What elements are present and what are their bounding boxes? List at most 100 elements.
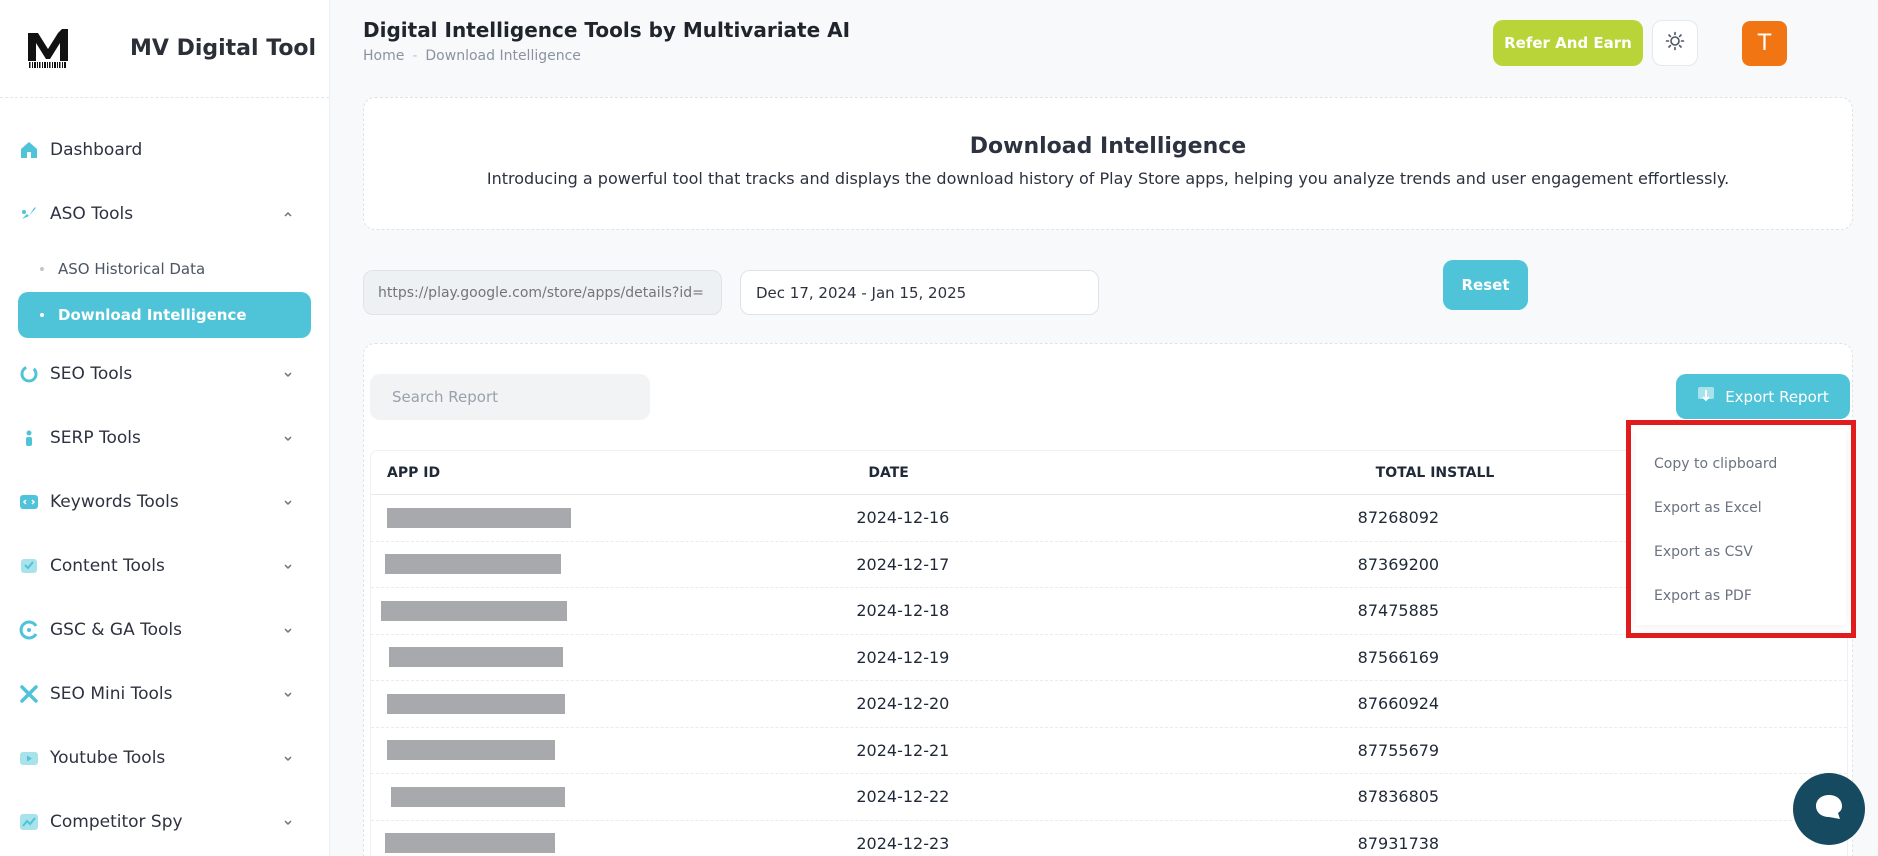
- intro-card: Download Intelligence Introducing a powe…: [363, 97, 1853, 230]
- export-dropdown-panel: Copy to clipboard Export as Excel Export…: [1636, 430, 1846, 625]
- rocket-icon: [18, 203, 40, 225]
- app-id-cell: [371, 647, 856, 668]
- sun-icon: [1665, 31, 1685, 55]
- date-cell: 2024-12-23: [856, 833, 950, 853]
- app-id-cell: [371, 693, 856, 714]
- redacted-app-id: [387, 740, 555, 761]
- chat-icon: [1814, 793, 1844, 825]
- sidebar-item-seo-tools[interactable]: SEO Tools: [0, 342, 329, 406]
- total-install-cell: 87755679: [1357, 740, 1440, 760]
- gsc-icon: [18, 619, 40, 641]
- sidebar-item-keywords-tools[interactable]: Keywords Tools: [0, 470, 329, 534]
- table-row: 2024-12-19 87566169: [371, 635, 1847, 681]
- table-row: 2024-12-22 87836805: [371, 774, 1847, 821]
- date-range-input[interactable]: [740, 270, 1099, 315]
- app-url-input[interactable]: [363, 270, 722, 315]
- chevron-down-icon: [281, 815, 295, 829]
- sidebar-item-gsc-ga-tools[interactable]: GSC & GA Tools: [0, 598, 329, 662]
- redacted-app-id: [387, 693, 565, 714]
- chevron-down-icon: [281, 623, 295, 637]
- export-report-button[interactable]: Export Report: [1676, 374, 1850, 419]
- export-dropdown-menu: Copy to clipboard Export as Excel Export…: [1626, 420, 1856, 638]
- date-cell: 2024-12-22: [856, 787, 950, 807]
- chevron-up-icon: [281, 207, 295, 221]
- home-icon: [18, 139, 40, 161]
- app-id-cell: [371, 786, 856, 807]
- avatar[interactable]: T: [1742, 21, 1787, 66]
- breadcrumb-separator: -: [412, 48, 418, 64]
- sidebar-item-dashboard[interactable]: Dashboard: [0, 118, 329, 182]
- sidebar-item-youtube-tools[interactable]: Youtube Tools: [0, 726, 329, 790]
- sidebar-item-competitor-spy[interactable]: Competitor Spy: [0, 790, 329, 854]
- app-id-cell: [371, 507, 856, 528]
- table-row: 2024-12-20 87660924: [371, 681, 1847, 728]
- app-id-cell: [371, 600, 856, 621]
- redacted-app-id: [385, 554, 561, 575]
- chevron-down-icon: [281, 367, 295, 381]
- date-cell: 2024-12-16: [856, 508, 950, 528]
- total-install-cell: 87836805: [1357, 787, 1440, 807]
- serp-icon: [18, 427, 40, 449]
- chevron-down-icon: [281, 559, 295, 573]
- export-excel-option[interactable]: Export as Excel: [1654, 500, 1762, 516]
- reset-button[interactable]: Reset: [1443, 260, 1528, 310]
- chevron-down-icon: [281, 495, 295, 509]
- section-title: Download Intelligence: [969, 134, 1247, 159]
- section-description: Introducing a powerful tool that tracks …: [486, 169, 1730, 188]
- content-icon: [18, 555, 40, 577]
- redacted-app-id: [389, 647, 563, 668]
- breadcrumb-home[interactable]: Home: [363, 48, 404, 64]
- date-cell: 2024-12-17: [856, 554, 950, 574]
- chevron-down-icon: [281, 687, 295, 701]
- export-report-label: Export Report: [1725, 387, 1829, 406]
- logo-icon: [24, 25, 72, 73]
- date-cell: 2024-12-19: [856, 647, 950, 667]
- chat-button[interactable]: [1793, 773, 1865, 845]
- youtube-icon: [18, 747, 40, 769]
- seo-icon: [18, 363, 40, 385]
- bullet-icon: [40, 313, 44, 317]
- sidebar: MV Digital Tool Dashboard ASO Tools ASO …: [0, 0, 330, 856]
- redacted-app-id: [387, 507, 571, 528]
- brand-name: MV Digital Tool: [130, 36, 317, 61]
- theme-toggle-button[interactable]: [1652, 20, 1698, 66]
- redacted-app-id: [381, 600, 567, 621]
- table-row: 2024-12-23 87931738: [371, 821, 1847, 856]
- chart-icon: [18, 811, 40, 833]
- app-id-cell: [371, 740, 856, 761]
- sidebar-subitem-download-intelligence[interactable]: Download Intelligence: [18, 292, 311, 338]
- bullet-icon: [40, 267, 44, 271]
- sidebar-subitem-aso-historical-data[interactable]: ASO Historical Data: [18, 246, 311, 292]
- sidebar-nav: Dashboard ASO Tools ASO Historical Data …: [0, 98, 329, 854]
- column-header-date[interactable]: DATE: [856, 465, 1357, 481]
- date-cell: 2024-12-18: [856, 601, 950, 621]
- column-header-app-id[interactable]: APP ID: [371, 465, 856, 481]
- export-csv-option[interactable]: Export as CSV: [1654, 544, 1753, 560]
- chevron-down-icon: [281, 751, 295, 765]
- sidebar-item-aso-tools[interactable]: ASO Tools: [0, 182, 329, 246]
- total-install-cell: 87660924: [1357, 694, 1440, 714]
- export-pdf-option[interactable]: Export as PDF: [1654, 588, 1752, 604]
- table-row: 2024-12-21 87755679: [371, 728, 1847, 774]
- search-report-input[interactable]: [370, 374, 650, 420]
- download-icon: [1697, 386, 1715, 408]
- date-cell: 2024-12-20: [856, 694, 950, 714]
- code-icon: [18, 491, 40, 513]
- brand[interactable]: MV Digital Tool: [0, 0, 329, 98]
- breadcrumb: Home - Download Intelligence: [363, 48, 581, 64]
- tools-icon: [18, 683, 40, 705]
- redacted-app-id: [391, 786, 565, 807]
- redacted-app-id: [385, 833, 555, 854]
- breadcrumb-current: Download Intelligence: [425, 48, 581, 64]
- copy-to-clipboard-option[interactable]: Copy to clipboard: [1654, 456, 1777, 472]
- date-cell: 2024-12-21: [856, 740, 950, 760]
- sidebar-item-seo-mini-tools[interactable]: SEO Mini Tools: [0, 662, 329, 726]
- total-install-cell: 87566169: [1357, 647, 1440, 667]
- sidebar-item-serp-tools[interactable]: SERP Tools: [0, 406, 329, 470]
- chevron-down-icon: [281, 431, 295, 445]
- sidebar-item-content-tools[interactable]: Content Tools: [0, 534, 329, 598]
- total-install-cell: 87931738: [1357, 833, 1440, 853]
- refer-and-earn-button[interactable]: Refer And Earn: [1493, 20, 1643, 66]
- app-id-cell: [371, 554, 856, 575]
- app-id-cell: [371, 833, 856, 854]
